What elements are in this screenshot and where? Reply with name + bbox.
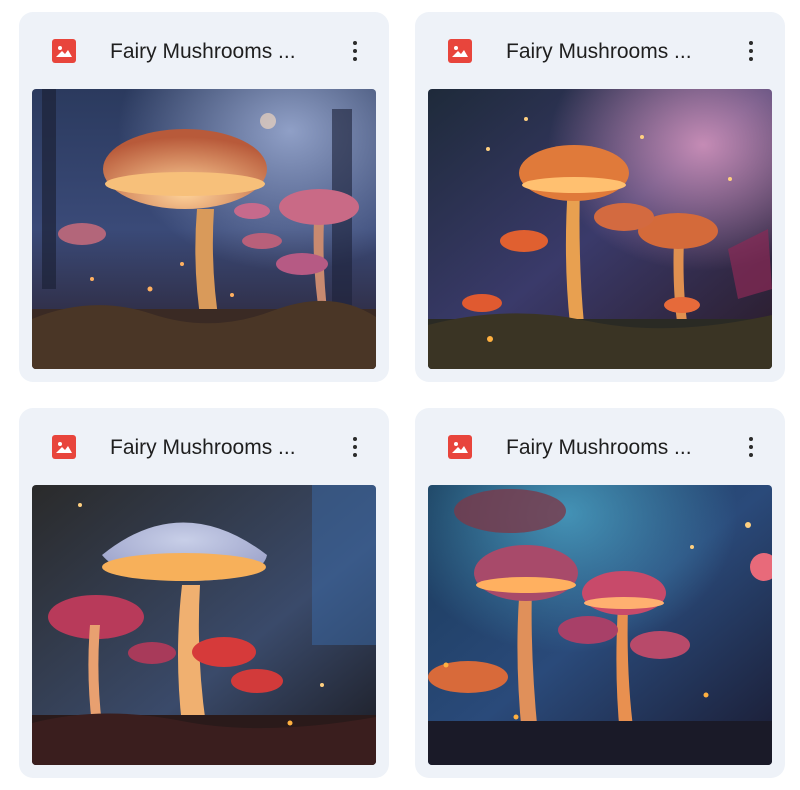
image-file-icon <box>52 39 76 63</box>
file-card[interactable]: Fairy Mushrooms ... <box>415 408 785 778</box>
file-title[interactable]: Fairy Mushrooms ... <box>506 435 721 461</box>
more-options-icon[interactable] <box>735 34 767 68</box>
more-options-icon[interactable] <box>339 34 371 68</box>
file-thumbnail[interactable] <box>32 89 376 369</box>
image-file-icon <box>52 435 76 459</box>
file-card-header: Fairy Mushrooms ... <box>19 408 389 486</box>
file-title[interactable]: Fairy Mushrooms ... <box>506 39 721 65</box>
file-card[interactable]: Fairy Mushrooms ... <box>19 408 389 778</box>
file-card-header: Fairy Mushrooms ... <box>415 12 785 90</box>
file-title[interactable]: Fairy Mushrooms ... <box>110 435 325 461</box>
file-card-header: Fairy Mushrooms ... <box>415 408 785 486</box>
image-file-icon <box>448 435 472 459</box>
image-file-icon <box>448 39 472 63</box>
more-options-icon[interactable] <box>735 430 767 464</box>
file-card[interactable]: Fairy Mushrooms ... <box>415 12 785 382</box>
file-thumbnail[interactable] <box>428 485 772 765</box>
file-card-header: Fairy Mushrooms ... <box>19 12 389 90</box>
more-options-icon[interactable] <box>339 430 371 464</box>
file-thumbnail[interactable] <box>32 485 376 765</box>
file-title[interactable]: Fairy Mushrooms ... <box>110 39 325 65</box>
file-card[interactable]: Fairy Mushrooms ... <box>19 12 389 382</box>
file-thumbnail[interactable] <box>428 89 772 369</box>
